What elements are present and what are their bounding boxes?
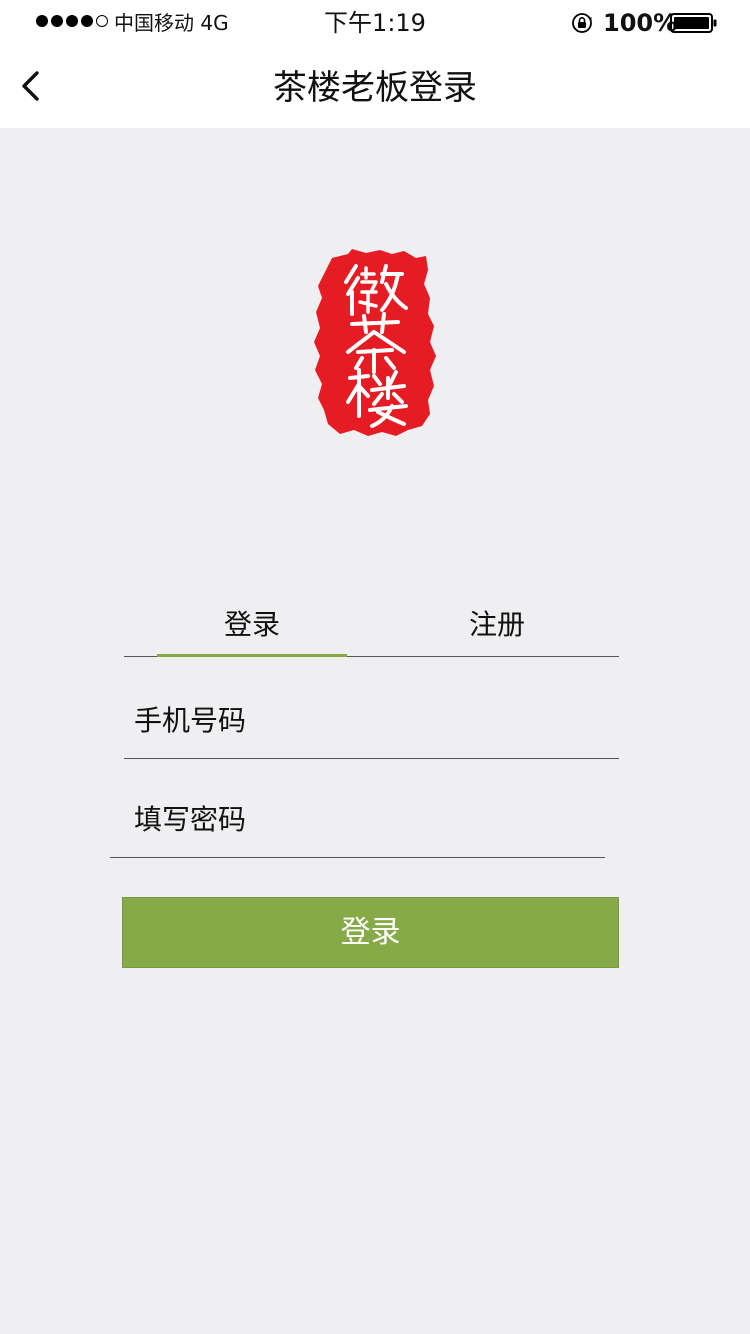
phone-input[interactable] xyxy=(124,690,619,750)
battery-percent: 100% xyxy=(603,9,678,37)
battery-icon xyxy=(670,13,717,33)
login-button[interactable]: 登录 xyxy=(122,897,619,968)
password-input-underline xyxy=(110,857,605,858)
orientation-lock-icon xyxy=(572,13,592,33)
nav-bar: 茶楼老板登录 xyxy=(0,44,750,128)
password-input[interactable] xyxy=(124,789,605,849)
tab-register[interactable]: 注册 xyxy=(402,596,592,656)
active-tab-indicator xyxy=(157,654,347,657)
phone-input-underline xyxy=(124,758,619,759)
status-bar: 中国移动 4G 下午1:19 100% xyxy=(0,0,750,44)
auth-tabs: 登录 注册 xyxy=(124,596,619,657)
page-title: 茶楼老板登录 xyxy=(273,68,477,108)
brand-logo-seal xyxy=(314,249,436,436)
tab-login[interactable]: 登录 xyxy=(157,596,347,656)
